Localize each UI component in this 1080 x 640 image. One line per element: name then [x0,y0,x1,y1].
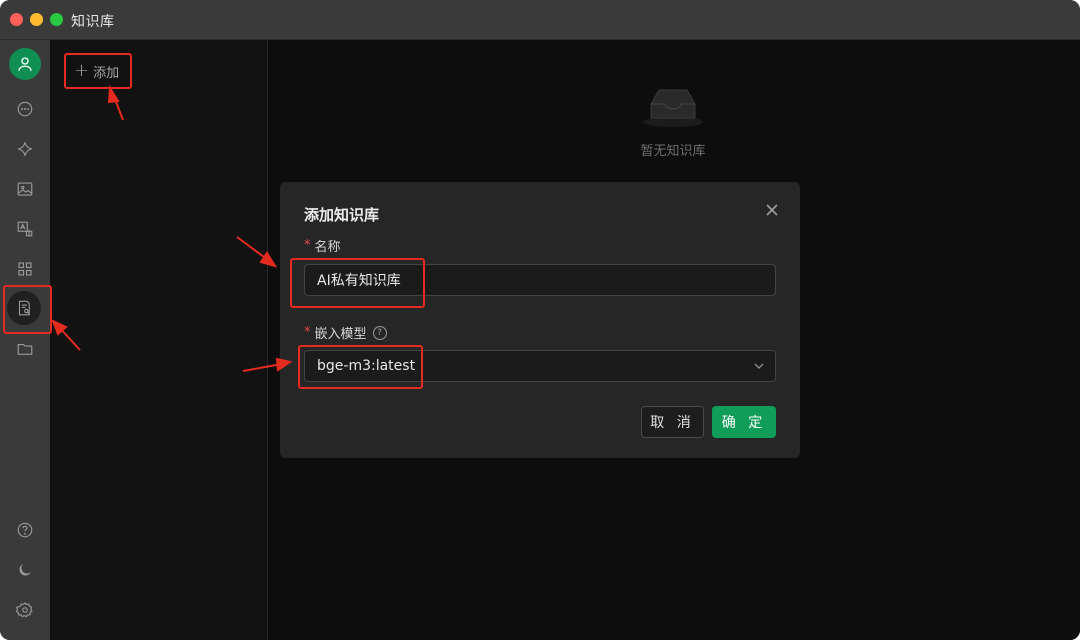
chat-icon[interactable] [10,94,40,124]
translate-icon[interactable] [10,214,40,244]
confirm-button[interactable]: 确 定 [712,406,776,438]
close-window-button[interactable] [10,13,23,26]
empty-state-text: 暂无知识库 [640,144,706,159]
app-window: 知识库 + 添加 暂无知识库 添加知识库 * 名称 AI私有知识库 * 嵌入模型… [0,0,1080,640]
moon-icon[interactable] [10,555,40,585]
minimize-window-button[interactable] [30,13,43,26]
model-label-text: 嵌入模型 [314,327,367,342]
title-bar: 知识库 [0,0,1080,40]
annotation-box-name [290,258,425,308]
empty-state: 暂无知识库 [608,84,738,159]
cancel-button[interactable]: 取 消 [641,406,704,438]
image-icon[interactable] [10,174,40,204]
close-icon[interactable] [762,200,782,220]
chevron-down-icon [753,360,765,372]
name-label: * 名称 [304,236,341,255]
apps-grid-icon[interactable] [10,254,40,284]
annotation-box-add [64,53,132,89]
add-knowledge-dialog: 添加知识库 * 名称 AI私有知识库 * 嵌入模型 ? bge-m3:lates… [280,182,800,458]
window-title: 知识库 [71,14,115,30]
help-icon[interactable] [10,515,40,545]
sparkle-icon[interactable] [10,134,40,164]
sidebar [0,40,50,640]
knowledge-list-panel: + 添加 [50,40,268,640]
annotation-box-model [298,345,423,389]
settings-icon[interactable] [10,595,40,625]
dialog-title: 添加知识库 [304,206,380,224]
empty-inbox-icon [643,89,703,127]
question-icon[interactable]: ? [372,325,387,340]
name-label-text: 名称 [314,240,341,255]
required-mark: * [304,325,311,340]
user-avatar-icon[interactable] [9,48,41,80]
required-mark: * [304,238,311,253]
model-label: * 嵌入模型 ? [304,323,387,342]
folder-icon[interactable] [10,334,40,364]
annotation-box-sidebar [3,285,52,334]
maximize-window-button[interactable] [50,13,63,26]
